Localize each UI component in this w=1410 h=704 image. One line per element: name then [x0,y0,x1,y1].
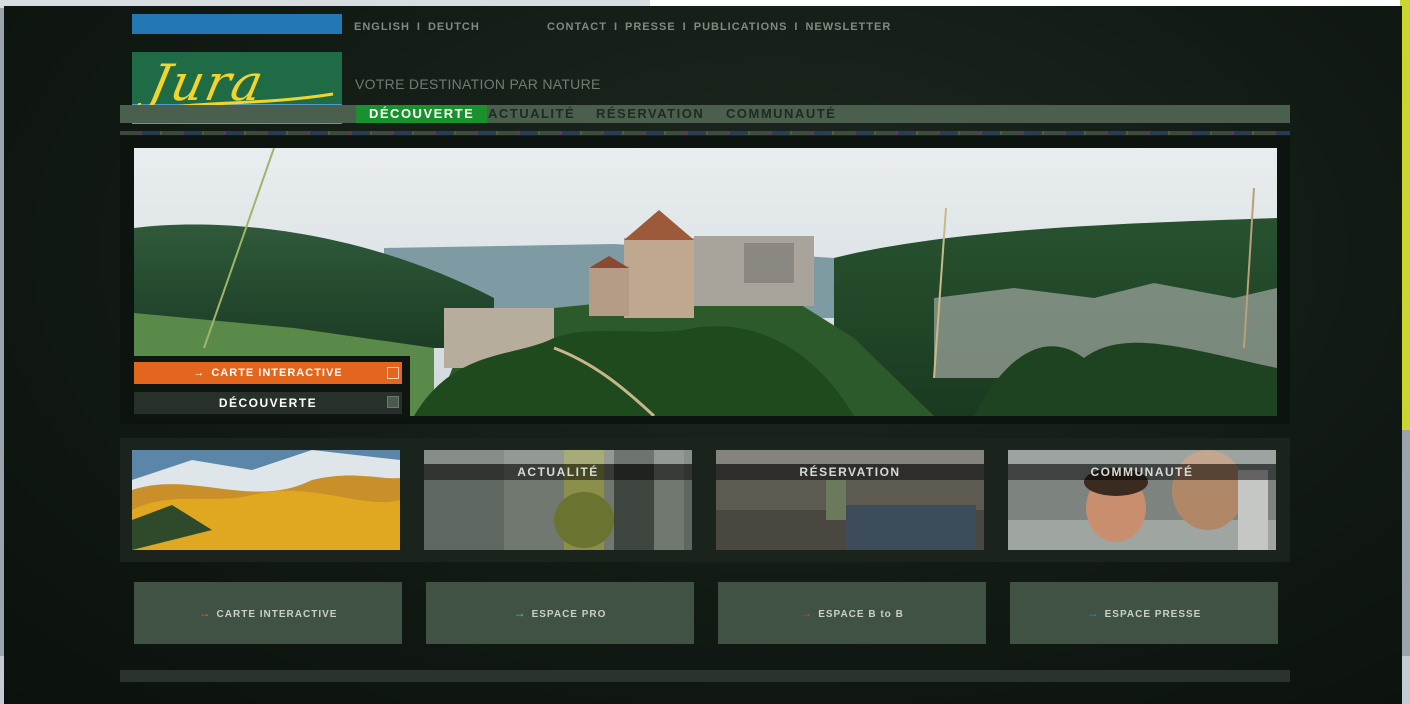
decouverte-hero-button[interactable]: DÉCOUVERTE [134,392,402,414]
tile-image-autumn-forest [132,450,400,550]
nav-item-decouverte[interactable]: DÉCOUVERTE [356,105,488,123]
tile-caption-highlight [424,450,692,464]
nav-item-communaute[interactable]: COMMUNAUTÉ [726,105,836,123]
tile-communaute[interactable]: COMMUNAUTÉ [1008,450,1276,550]
logo-text: Jura [143,54,271,112]
tagline: VOTRE DESTINATION PAR NATURE [355,76,601,92]
carte-interactive-label: CARTE INTERACTIVE [211,367,343,379]
tile-caption: COMMUNAUTÉ [1008,464,1276,480]
tile-decouverte[interactable] [132,450,400,550]
nav-item-actualite[interactable]: ACTUALITÉ [488,105,575,123]
espace-b-to-b-button-label: ESPACE B to B [818,609,904,620]
publications-link[interactable]: PUBLICATIONS [694,21,788,33]
espace-pro-button-label: ESPACE PRO [531,609,607,620]
tile-actualite[interactable]: ACTUALITÉ [424,450,692,550]
decouverte-label: DÉCOUVERTE [218,396,318,410]
close-square-icon [387,396,399,408]
espace-pro-button[interactable]: → ESPACE PRO [426,582,694,644]
hero-buttons: → CARTE INTERACTIVE DÉCOUVERTE [134,356,410,418]
right-arrow-icon: → [1086,606,1100,620]
right-arrow-icon: → [513,606,527,620]
tile-caption: ACTUALITÉ [424,464,692,480]
contact-link[interactable]: CONTACT [547,21,607,33]
espace-b-to-b-button[interactable]: → ESPACE B to B [718,582,986,644]
espace-presse-button-label: ESPACE PRESSE [1104,609,1202,620]
tile-caption: RÉSERVATION [716,464,984,480]
tile-reservation[interactable]: RÉSERVATION [716,450,984,550]
lang-deutch-link[interactable]: DEUTCH [428,21,480,33]
right-arrow-icon: → [198,606,212,620]
main-nav: DÉCOUVERTE ACTUALITÉ RÉSERVATION COMMUNA… [120,105,1290,123]
utility-nav: CONTACT I PRESSE I PUBLICATIONS I NEWSLETTER [547,21,892,33]
carte-interactive-button-label: CARTE INTERACTIVE [216,609,338,620]
footer-bar [120,670,1290,682]
language-nav: ENGLISH I DEUTCH [354,21,480,33]
nav-item-reservation[interactable]: RÉSERVATION [596,105,704,123]
carte-interactive-button[interactable]: → CARTE INTERACTIVE [134,582,402,644]
carte-interactive-hero-button[interactable]: → CARTE INTERACTIVE [134,362,402,384]
tile-caption-highlight [1008,450,1276,464]
site-canvas: Jura ENGLISH I DEUTCH CONTACT I PRESSE I PUBLI… [4,6,1402,704]
newsletter-link[interactable]: NEWSLETTER [805,21,891,33]
presse-link[interactable]: PRESSE [625,21,676,33]
lang-english-link[interactable]: ENGLISH [354,21,410,33]
nav-divider [120,131,1290,135]
right-arrow-icon: → [193,367,206,379]
expand-square-icon [387,367,399,379]
espace-presse-button[interactable]: → ESPACE PRESSE [1010,582,1278,644]
brand-strip [132,14,342,34]
tile-caption-highlight [716,450,984,464]
right-arrow-icon: → [800,606,814,620]
